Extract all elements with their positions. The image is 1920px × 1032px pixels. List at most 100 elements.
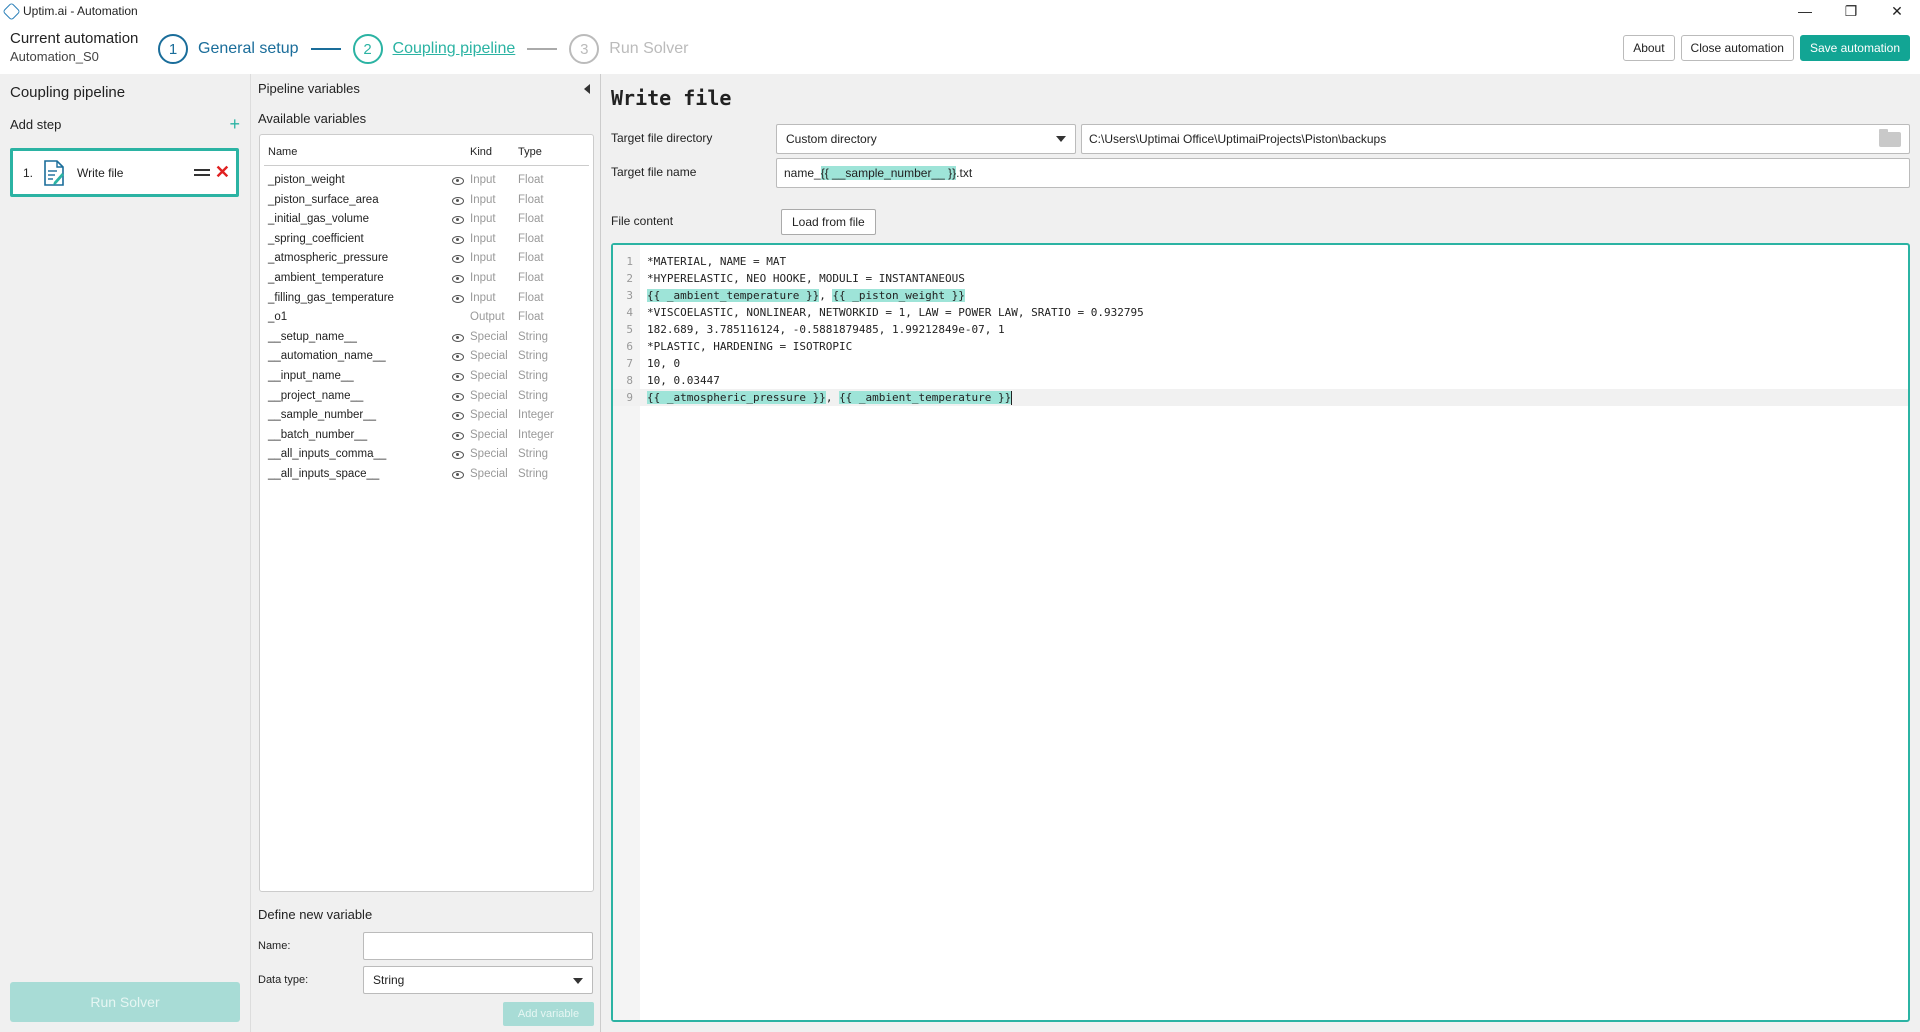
close-window-button[interactable]: ✕ <box>1874 0 1920 22</box>
step-1-circle[interactable]: 1 <box>158 34 188 64</box>
eye-icon[interactable] <box>452 216 464 225</box>
eye-icon[interactable] <box>452 196 464 205</box>
eye-icon[interactable] <box>452 275 464 283</box>
variable-kind: Input <box>470 213 496 226</box>
code-line: 8 10, 0.03447 <box>613 372 1908 389</box>
eye-icon[interactable] <box>452 471 464 479</box>
new-variable-name-input[interactable] <box>363 932 593 960</box>
variable-kind: Special <box>470 389 508 402</box>
line-text: *PLASTIC, HARDENING = ISOTROPIC <box>647 338 852 355</box>
eye-icon[interactable] <box>452 412 464 421</box>
collapse-panel-icon[interactable] <box>584 84 590 94</box>
text-token: 10, 0 <box>647 357 681 370</box>
variable-kind: Input <box>470 272 496 284</box>
text-token: *HYPERELASTIC, NEO HOOKE, MODULI = INSTA… <box>647 272 965 285</box>
step-1-general-setup[interactable]: General setup <box>198 40 299 58</box>
step-2-coupling-pipeline[interactable]: Coupling pipeline <box>393 40 516 58</box>
code-line: 3 {{ _ambient_temperature }}, {{ _piston_… <box>613 287 1908 304</box>
code-line: 4 *VISCOELASTIC, NONLINEAR, NETWORKID = 1… <box>613 304 1908 321</box>
variable-name: _piston_surface_area <box>268 193 379 206</box>
variables-panel-title: Pipeline variables <box>258 81 360 96</box>
define-new-variable-label: Define new variable <box>258 907 373 922</box>
variable-kind: Output <box>470 311 505 324</box>
data-type-value: String <box>373 973 405 987</box>
line-number: 2 <box>626 272 633 285</box>
eye-icon[interactable] <box>452 431 464 440</box>
pipeline-variables-panel: Pipeline variables Available variables N… <box>251 74 601 1032</box>
variable-kind: Special <box>470 448 508 461</box>
drag-handle-icon[interactable] <box>194 169 210 176</box>
text-token: , <box>819 289 833 302</box>
load-from-file-button[interactable]: Load from file <box>781 209 876 235</box>
file-content-editor[interactable]: 1 *MATERIAL, NAME = MAT 2 *HYPERELASTIC, NE… <box>611 243 1910 1022</box>
variable-name: _initial_gas_volume <box>268 213 370 226</box>
variable-kind: Input <box>470 291 496 304</box>
eye-icon[interactable] <box>452 373 464 381</box>
variable-name: _piston_weight <box>268 174 345 186</box>
code-line: 7 10, 0 <box>613 355 1908 372</box>
add-step-plus-icon[interactable]: + <box>229 114 240 135</box>
variable-token: {{ _ambient_temperature }} <box>839 391 1012 404</box>
variable-type: Float <box>518 193 544 206</box>
variable-kind: Special <box>470 428 508 441</box>
run-solver-button[interactable]: Run Solver <box>10 982 240 1022</box>
variable-kind: Special <box>470 409 508 422</box>
eye-icon[interactable] <box>452 177 464 185</box>
target-directory-select[interactable]: Custom directory <box>776 124 1076 154</box>
write-file-editor-panel: Write file Target file directory Custom … <box>601 74 1920 1032</box>
variable-name: __sample_number__ <box>268 409 377 422</box>
eye-icon[interactable] <box>452 451 464 460</box>
code-line: 1 *MATERIAL, NAME = MAT <box>613 253 1908 270</box>
code-area[interactable]: 1 *MATERIAL, NAME = MAT 2 *HYPERELASTIC, NE… <box>613 253 1908 406</box>
data-type-select[interactable]: String <box>363 966 593 994</box>
table-row[interactable]: __all_inputs_space__ Special String <box>260 463 593 487</box>
step-connector <box>527 48 558 50</box>
target-file-name-input[interactable]: name_{{ __sample_number__ }}.txt <box>776 158 1910 188</box>
line-text: *HYPERELASTIC, NEO HOOKE, MODULI = INSTA… <box>647 270 965 287</box>
column-type-header: Type <box>518 146 542 158</box>
variable-kind: Special <box>470 468 508 480</box>
text-token: *MATERIAL, NAME = MAT <box>647 255 787 268</box>
eye-icon[interactable] <box>452 353 464 362</box>
variable-name: __batch_number__ <box>268 428 368 441</box>
line-number: 4 <box>626 306 633 319</box>
maximize-button[interactable]: ❐ <box>1828 0 1874 22</box>
add-variable-button[interactable]: Add variable <box>503 1002 594 1026</box>
data-type-label: Data type: <box>258 974 309 986</box>
target-directory-path-input[interactable]: C:\Users\Uptimai Office\UptimaiProjects\… <box>1081 124 1910 154</box>
eye-icon[interactable] <box>452 235 464 244</box>
delete-step-icon[interactable]: ✕ <box>215 162 230 183</box>
save-automation-button[interactable]: Save automation <box>1799 35 1910 61</box>
column-name-header: Name <box>268 146 298 158</box>
variable-type: Float <box>518 213 544 226</box>
file-name-variable: {{ __sample_number__ }} <box>820 166 957 180</box>
about-button[interactable]: About <box>1623 35 1675 61</box>
target-directory-path: C:\Users\Uptimai Office\UptimaiProjects\… <box>1089 132 1387 146</box>
file-content-label: File content <box>611 214 674 228</box>
variable-kind: Input <box>470 193 496 206</box>
chevron-down-icon <box>1056 136 1066 142</box>
minimize-button[interactable]: — <box>1782 0 1828 22</box>
pipeline-step-write-file[interactable]: 1. Write file ✕ <box>10 148 239 197</box>
line-text: 10, 0 <box>647 355 680 372</box>
step-3-run-solver: Run Solver <box>609 40 689 57</box>
variable-token: {{ _atmospheric_pressure }} <box>647 391 826 404</box>
eye-icon[interactable] <box>452 255 464 264</box>
header-buttons: About Close automation Save automation <box>1623 35 1910 61</box>
close-automation-button[interactable]: Close automation <box>1680 35 1794 61</box>
sidebar-title: Coupling pipeline <box>10 84 126 101</box>
page-title: Write file <box>611 86 732 110</box>
variable-name: _spring_coefficient <box>268 232 364 245</box>
eye-icon[interactable] <box>452 392 464 401</box>
code-line: 2 *HYPERELASTIC, NEO HOOKE, MODULI = INST… <box>613 270 1908 287</box>
eye-icon[interactable] <box>452 333 464 342</box>
add-step-label: Add step <box>10 117 62 132</box>
folder-icon[interactable] <box>1879 129 1901 147</box>
eye-icon[interactable] <box>452 294 464 303</box>
step-2-circle[interactable]: 2 <box>352 34 383 64</box>
chevron-down-icon <box>573 978 583 984</box>
table-header: Name Kind Type <box>260 135 593 166</box>
target-file-name-label: Target file name <box>611 165 697 179</box>
line-text: 182.689, 3.785116124, -0.5881879485, 1.9… <box>647 321 1005 338</box>
variable-name: _atmospheric_pressure <box>268 252 389 265</box>
